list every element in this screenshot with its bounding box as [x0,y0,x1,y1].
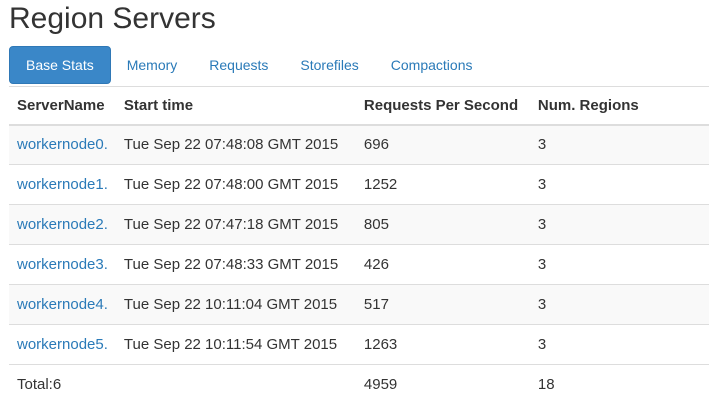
header-requests-per-second: Requests Per Second [355,86,530,126]
table-row: workernode1. Tue Sep 22 07:48:00 GMT 201… [9,164,709,205]
table-row: workernode3. Tue Sep 22 07:48:33 GMT 201… [9,244,709,285]
start-time-cell: Tue Sep 22 07:48:33 GMT 2015 [115,244,356,285]
server-name-cell: workernode3. [9,244,116,285]
regions-cell: 3 [529,324,709,365]
page-title: Region Servers [9,2,216,35]
table-row: workernode4. Tue Sep 22 10:11:04 GMT 201… [9,284,709,325]
regions-cell: 3 [529,124,709,165]
rps-cell: 1263 [355,324,530,365]
tab-memory[interactable]: Memory [111,46,194,84]
rps-cell: 1252 [355,164,530,205]
rps-cell: 805 [355,204,530,245]
total-start-time [115,364,356,405]
server-link[interactable]: workernode0. [17,136,108,153]
header-num-regions: Num. Regions [529,86,709,126]
total-regions: 18 [529,364,709,405]
rps-cell: 426 [355,244,530,285]
table-row: workernode2. Tue Sep 22 07:47:18 GMT 201… [9,204,709,245]
server-name-cell: workernode2. [9,204,116,245]
start-time-cell: Tue Sep 22 07:48:08 GMT 2015 [115,124,356,165]
tab-requests[interactable]: Requests [193,46,284,84]
header-server-name: ServerName [9,86,116,126]
server-name-cell: workernode1. [9,164,116,205]
rps-cell: 696 [355,124,530,165]
server-link[interactable]: workernode2. [17,216,108,233]
total-label: Total:6 [9,364,116,405]
regions-cell: 3 [529,164,709,205]
server-link[interactable]: workernode1. [17,176,108,193]
region-servers-page: Region Servers Base Stats Memory Request… [0,0,709,409]
server-link[interactable]: workernode3. [17,256,108,273]
rps-cell: 517 [355,284,530,325]
server-link[interactable]: workernode5. [17,336,108,353]
start-time-cell: Tue Sep 22 07:47:18 GMT 2015 [115,204,356,245]
regions-cell: 3 [529,204,709,245]
stats-tabs: Base Stats Memory Requests Storefiles Co… [9,46,709,86]
server-name-cell: workernode4. [9,284,116,325]
server-name-cell: workernode5. [9,324,116,365]
tab-base-stats[interactable]: Base Stats [9,46,111,84]
total-rps: 4959 [355,364,530,405]
servers-table: ServerName Start time Requests Per Secon… [9,86,709,405]
server-link[interactable]: workernode4. [17,296,108,313]
regions-cell: 3 [529,244,709,285]
tab-storefiles[interactable]: Storefiles [284,46,374,84]
table-row: workernode5. Tue Sep 22 10:11:54 GMT 201… [9,324,709,365]
tab-compactions[interactable]: Compactions [375,46,489,84]
table-row: workernode0. Tue Sep 22 07:48:08 GMT 201… [9,124,709,165]
regions-cell: 3 [529,284,709,325]
total-row: Total:6 4959 18 [9,364,709,405]
server-name-cell: workernode0. [9,124,116,165]
header-start-time: Start time [115,86,356,126]
start-time-cell: Tue Sep 22 07:48:00 GMT 2015 [115,164,356,205]
start-time-cell: Tue Sep 22 10:11:54 GMT 2015 [115,324,356,365]
start-time-cell: Tue Sep 22 10:11:04 GMT 2015 [115,284,356,325]
table-header-row: ServerName Start time Requests Per Secon… [9,86,709,126]
